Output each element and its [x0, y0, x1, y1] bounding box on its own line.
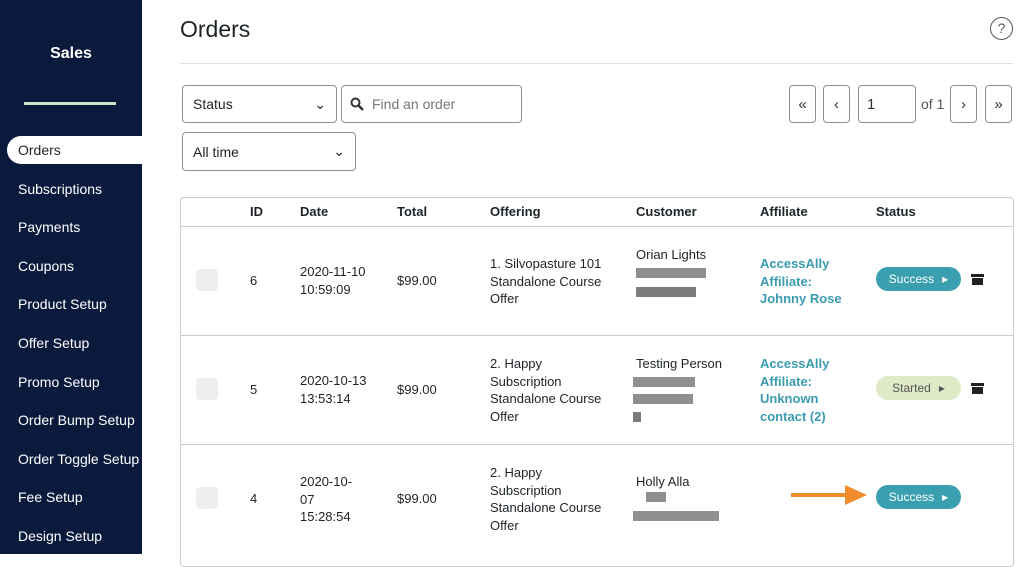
status-badge[interactable]: Success ▸ [876, 485, 961, 509]
status-label: Success [888, 272, 935, 286]
sidebar-item-subscriptions[interactable]: Subscriptions [0, 175, 142, 203]
order-id: 6 [250, 273, 258, 288]
table-row[interactable]: 6 2020-11-10 10:59:09 $99.00 1. Silvopas… [181, 226, 1013, 335]
sidebar-nav: Orders Subscriptions Payments Coupons Pr… [0, 136, 142, 561]
help-icon[interactable]: ? [990, 17, 1013, 40]
chevron-down-icon: ⌄ [314, 95, 326, 112]
order-customer: Testing Person [636, 356, 722, 371]
table-row[interactable]: 4 2020-10-07 15:28:54 $99.00 2. Happy Su… [181, 444, 1013, 553]
page-title: Orders [180, 16, 251, 42]
sidebar-item-coupons[interactable]: Coupons [0, 252, 142, 280]
row-checkbox[interactable] [196, 378, 218, 400]
next-page-button[interactable]: › [950, 85, 977, 123]
redacted-phone [633, 394, 693, 404]
status-label: Started [892, 381, 931, 395]
divider [180, 63, 1013, 64]
order-date: 2020-10-13 13:53:14 [300, 373, 367, 406]
redacted-phone [633, 511, 719, 521]
sidebar-brand: Sales [50, 45, 92, 62]
time-select-value: All time [193, 143, 239, 160]
column-header-offering: Offering [490, 204, 541, 219]
search-icon [350, 97, 364, 111]
order-date: 2020-11-10 10:59:09 [300, 264, 366, 297]
search-placeholder: Find an order [372, 96, 456, 112]
order-total: $99.00 [397, 491, 437, 506]
order-total: $99.00 [397, 382, 437, 397]
arrow-annotation-icon [791, 485, 867, 505]
sidebar-item-order-toggle-setup[interactable]: Order Toggle Setup [0, 445, 142, 473]
sidebar-item-product-setup[interactable]: Product Setup [0, 290, 142, 318]
page-input[interactable]: 1 [858, 85, 916, 123]
status-badge[interactable]: Success ▸ [876, 267, 961, 291]
order-total: $99.00 [397, 273, 437, 288]
sidebar: Sales Orders Subscriptions Payments Coup… [0, 0, 142, 554]
order-id: 4 [250, 491, 258, 506]
sidebar-item-payments[interactable]: Payments [0, 213, 142, 241]
play-icon: ▸ [942, 490, 949, 504]
column-header-affiliate: Affiliate [760, 204, 808, 219]
order-offering: 2. Happy Subscription Standalone Course … [490, 356, 602, 424]
order-customer: Holly Alla [636, 474, 690, 489]
status-label: Success [888, 490, 935, 504]
order-customer: Orian Lights [636, 247, 707, 262]
time-select[interactable]: All time ⌄ [182, 132, 356, 171]
page-count: of 1 [921, 96, 945, 112]
first-page-button[interactable]: « [789, 85, 816, 123]
column-header-status: Status [876, 204, 916, 219]
order-date: 2020-10-07 15:28:54 [300, 474, 353, 524]
archive-icon[interactable] [971, 274, 984, 285]
row-checkbox[interactable] [196, 487, 218, 509]
orders-table: ID Date Total Offering Customer Affiliat… [180, 197, 1014, 567]
redacted-email [633, 377, 695, 387]
order-offering: 2. Happy Subscription Standalone Course … [490, 465, 602, 533]
column-header-id: ID [250, 204, 263, 219]
redacted-email [636, 268, 706, 278]
sidebar-item-orders[interactable]: Orders [7, 136, 142, 164]
sidebar-item-order-bump-setup[interactable]: Order Bump Setup [0, 406, 142, 434]
status-badge[interactable]: Started ▸ [876, 376, 961, 400]
affiliate-link[interactable]: AccessAlly Affiliate: Johnny Rose [760, 255, 850, 308]
archive-icon[interactable] [971, 383, 984, 394]
last-page-button[interactable]: » [985, 85, 1012, 123]
column-header-customer: Customer [636, 204, 697, 219]
row-checkbox[interactable] [196, 269, 218, 291]
redacted-extra [633, 412, 641, 422]
chevron-down-icon: ⌄ [333, 143, 345, 159]
affiliate-link[interactable]: AccessAlly Affiliate: Unknown contact (2… [760, 355, 850, 425]
column-header-total: Total [397, 204, 428, 219]
status-select[interactable]: Status ⌄ [182, 85, 337, 123]
sidebar-item-fee-setup[interactable]: Fee Setup [0, 483, 142, 511]
status-select-value: Status [193, 96, 233, 112]
brand-divider [24, 102, 116, 105]
column-header-date: Date [300, 204, 329, 219]
play-icon: ▸ [942, 272, 949, 286]
redacted-phone [636, 287, 696, 297]
prev-page-button[interactable]: ‹ [823, 85, 850, 123]
play-icon: ▸ [938, 381, 945, 395]
redacted-email [646, 492, 666, 502]
sidebar-item-offer-setup[interactable]: Offer Setup [0, 329, 142, 357]
order-offering: 1. Silvopasture 101 Standalone Course Of… [490, 256, 602, 306]
sidebar-item-design-setup[interactable]: Design Setup [0, 522, 142, 550]
order-id: 5 [250, 382, 258, 397]
sidebar-item-promo-setup[interactable]: Promo Setup [0, 368, 142, 396]
search-input[interactable]: Find an order [341, 85, 522, 123]
table-row[interactable]: 5 2020-10-13 13:53:14 $99.00 2. Happy Su… [181, 335, 1013, 444]
